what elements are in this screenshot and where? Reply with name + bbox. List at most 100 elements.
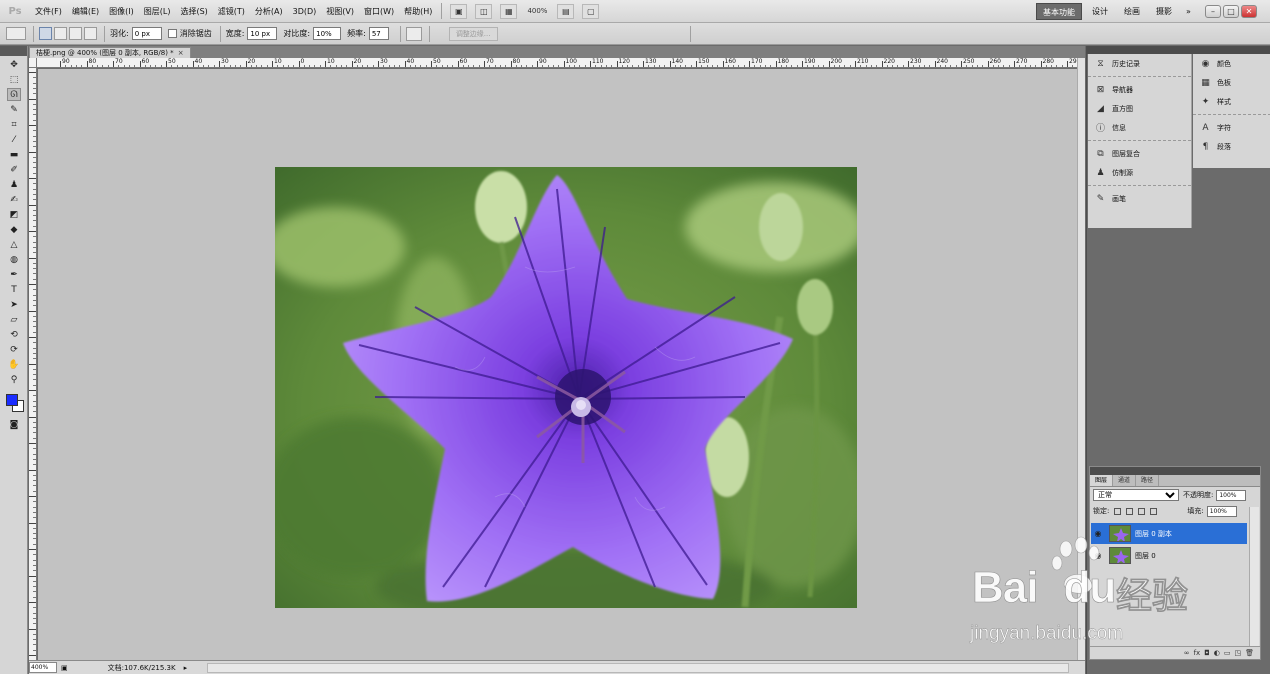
- extras-icon[interactable]: ▦: [500, 3, 518, 19]
- eyedropper-tool-icon[interactable]: ⁄: [7, 133, 21, 146]
- quick-select-tool-icon[interactable]: ✎: [7, 103, 21, 116]
- workspace-essentials[interactable]: 基本功能: [1036, 3, 1082, 20]
- refine-edge-button[interactable]: 调整边缘...: [448, 26, 498, 41]
- new-selection-icon[interactable]: [39, 27, 52, 40]
- visibility-eye-icon[interactable]: ◉: [1091, 523, 1105, 544]
- status-menu-icon[interactable]: ▣: [61, 664, 68, 672]
- foreground-color-swatch[interactable]: [6, 394, 18, 406]
- layers-panel-grip[interactable]: [1090, 467, 1260, 475]
- feather-input[interactable]: [131, 27, 162, 40]
- ruler-origin[interactable]: [29, 58, 37, 68]
- menu-window[interactable]: 窗口(W): [359, 0, 399, 23]
- navigator-panel-button[interactable]: ⊠ 导航器: [1088, 80, 1191, 99]
- blend-mode-select[interactable]: 正常: [1093, 489, 1179, 501]
- shape-tool-icon[interactable]: ▱: [7, 313, 21, 326]
- healing-brush-tool-icon[interactable]: ▬: [7, 148, 21, 161]
- tools-panel-grip[interactable]: [0, 46, 27, 56]
- mini-bridge-icon[interactable]: ◫: [475, 3, 493, 19]
- menu-3d[interactable]: 3D(D): [288, 0, 322, 23]
- history-panel-button[interactable]: ⧖ 历史记录: [1088, 54, 1191, 73]
- lock-position-icon[interactable]: [1138, 507, 1146, 515]
- menu-select[interactable]: 选择(S): [175, 0, 212, 23]
- quick-mask-icon[interactable]: ◙: [7, 418, 21, 431]
- info-panel-button[interactable]: ⓘ 信息: [1088, 118, 1191, 137]
- adjustment-layer-icon[interactable]: ◐: [1214, 649, 1220, 657]
- document-tab[interactable]: 桔梗.png @ 400% (图层 0 副本, RGB/8) * ×: [29, 47, 191, 58]
- tablet-pressure-icon[interactable]: [405, 26, 422, 41]
- paint-bucket-tool-icon[interactable]: ◆: [7, 223, 21, 236]
- add-to-selection-icon[interactable]: [54, 27, 67, 40]
- histogram-panel-button[interactable]: ◢ 直方图: [1088, 99, 1191, 118]
- menu-analysis[interactable]: 分析(A): [250, 0, 288, 23]
- lasso-tool-icon[interactable]: ᘏ: [7, 88, 21, 101]
- dodge-tool-icon[interactable]: ◍: [7, 253, 21, 266]
- 3d-orbit-tool-icon[interactable]: ⟳: [7, 343, 21, 356]
- workspace-painting[interactable]: 绘画: [1118, 3, 1146, 20]
- blur-tool-icon[interactable]: △: [7, 238, 21, 251]
- menu-image[interactable]: 图像(I): [104, 0, 139, 23]
- layer-row-original[interactable]: ◉ 图层 0: [1091, 545, 1247, 566]
- hand-tool-icon[interactable]: ✋: [7, 358, 21, 371]
- menu-file[interactable]: 文件(F): [30, 0, 67, 23]
- pen-tool-icon[interactable]: ✒: [7, 268, 21, 281]
- styles-panel-button[interactable]: ✦ 样式: [1193, 92, 1270, 111]
- lock-transparent-icon[interactable]: [1114, 507, 1122, 515]
- menu-help[interactable]: 帮助(H): [399, 0, 437, 23]
- horizontal-ruler[interactable]: 90 80 70 60 50 40 30 20 10 0 10 20 30 40 50 60 70 80 90 100…: [37, 58, 1077, 68]
- zoom-tool-icon[interactable]: ⚲: [7, 373, 21, 386]
- menu-view[interactable]: 视图(V): [321, 0, 359, 23]
- intersect-selection-icon[interactable]: [84, 27, 97, 40]
- tab-paths[interactable]: 路径: [1136, 475, 1160, 486]
- layer-row-copy[interactable]: ◉ 图层 0 副本: [1091, 523, 1247, 544]
- link-layers-icon[interactable]: ∞: [1184, 649, 1190, 657]
- screen-mode-icon[interactable]: ▢: [582, 3, 600, 19]
- arrange-docs-icon[interactable]: ▤: [557, 3, 575, 19]
- contrast-input[interactable]: [313, 27, 342, 40]
- clone-source-panel-button[interactable]: ♟ 仿制源: [1088, 163, 1191, 182]
- horizontal-scrollbar[interactable]: [207, 662, 1070, 673]
- color-panel-button[interactable]: ◉ 颜色: [1193, 54, 1270, 73]
- menu-edit[interactable]: 编辑(E): [67, 0, 104, 23]
- more-workspaces-icon[interactable]: »: [1180, 3, 1197, 20]
- swatches-panel-button[interactable]: ▦ 色板: [1193, 73, 1270, 92]
- 3d-rotate-tool-icon[interactable]: ⟲: [7, 328, 21, 341]
- lock-image-icon[interactable]: [1126, 507, 1134, 515]
- frequency-input[interactable]: [368, 27, 389, 40]
- bridge-icon[interactable]: ▣: [450, 3, 468, 19]
- menu-layer[interactable]: 图层(L): [139, 0, 176, 23]
- new-group-icon[interactable]: ▭: [1224, 649, 1231, 657]
- antialias-checkbox[interactable]: [167, 29, 177, 38]
- lock-all-icon[interactable]: [1150, 507, 1158, 515]
- history-brush-tool-icon[interactable]: ✍: [7, 193, 21, 206]
- close-tab-icon[interactable]: ×: [178, 48, 184, 58]
- character-panel-button[interactable]: A 字符: [1193, 118, 1270, 137]
- vertical-scrollbar[interactable]: [1077, 58, 1085, 660]
- vertical-ruler[interactable]: [29, 68, 37, 660]
- magnetic-lasso-tool-icon[interactable]: [6, 27, 26, 40]
- menu-filter[interactable]: 滤镜(T): [213, 0, 250, 23]
- layer-comps-panel-button[interactable]: ⧉ 图层复合: [1088, 144, 1191, 163]
- restore-button[interactable]: □: [1223, 5, 1239, 18]
- eraser-tool-icon[interactable]: ◩: [7, 208, 21, 221]
- status-arrow-icon[interactable]: ▸: [184, 664, 188, 672]
- canvas-area[interactable]: [38, 69, 1077, 660]
- minimize-button[interactable]: –: [1205, 5, 1221, 18]
- clone-stamp-tool-icon[interactable]: ♟: [7, 178, 21, 191]
- tab-layers[interactable]: 图层: [1090, 475, 1114, 486]
- layers-scrollbar[interactable]: [1249, 507, 1259, 647]
- fill-input[interactable]: 100%: [1206, 505, 1237, 517]
- zoom-level-select[interactable]: 400%: [527, 7, 547, 15]
- close-window-button[interactable]: ✕: [1241, 5, 1257, 18]
- layer-style-icon[interactable]: fx: [1194, 649, 1201, 657]
- opacity-input[interactable]: 100%: [1216, 489, 1247, 501]
- width-input[interactable]: [247, 27, 278, 40]
- paragraph-panel-button[interactable]: ¶ 段落: [1193, 137, 1270, 156]
- new-layer-icon[interactable]: ◳: [1234, 649, 1241, 657]
- move-tool-icon[interactable]: ✥: [7, 58, 21, 71]
- delete-layer-icon[interactable]: 🗑: [1245, 649, 1254, 657]
- crop-tool-icon[interactable]: ⌗: [7, 118, 21, 131]
- marquee-tool-icon[interactable]: ⬚: [7, 73, 21, 86]
- panel-dock-grip[interactable]: [1087, 46, 1270, 54]
- tab-channels[interactable]: 通道: [1113, 475, 1137, 486]
- subtract-selection-icon[interactable]: [69, 27, 82, 40]
